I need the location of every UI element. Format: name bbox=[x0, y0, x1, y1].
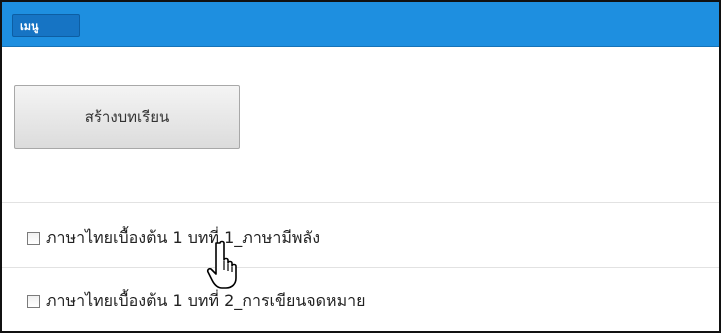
lesson-panel: เมนู สร้างบทเรียน ภาษาไทยเบื้องต้น 1 บทท… bbox=[0, 0, 721, 333]
hand-pointer-icon bbox=[206, 240, 237, 289]
menu-button[interactable]: เมนู bbox=[12, 14, 80, 37]
lesson-label: ภาษาไทยเบื้องต้น 1 บทที่ 1_ภาษามีพลัง bbox=[46, 227, 321, 247]
lesson-item[interactable]: ภาษาไทยเบื้องต้น 1 บทที่ 2_การเขียนจดหมา… bbox=[2, 285, 719, 317]
lesson-checkbox[interactable] bbox=[27, 294, 40, 308]
lesson-checkbox[interactable] bbox=[27, 231, 40, 245]
lesson-label: ภาษาไทยเบื้องต้น 1 บทที่ 2_การเขียนจดหมา… bbox=[46, 290, 366, 310]
top-bar: เมนู bbox=[2, 2, 719, 47]
divider bbox=[2, 202, 719, 203]
divider bbox=[2, 267, 719, 268]
create-lesson-button[interactable]: สร้างบทเรียน bbox=[14, 85, 240, 149]
lesson-item[interactable]: ภาษาไทยเบื้องต้น 1 บทที่ 1_ภาษามีพลัง bbox=[2, 222, 719, 254]
